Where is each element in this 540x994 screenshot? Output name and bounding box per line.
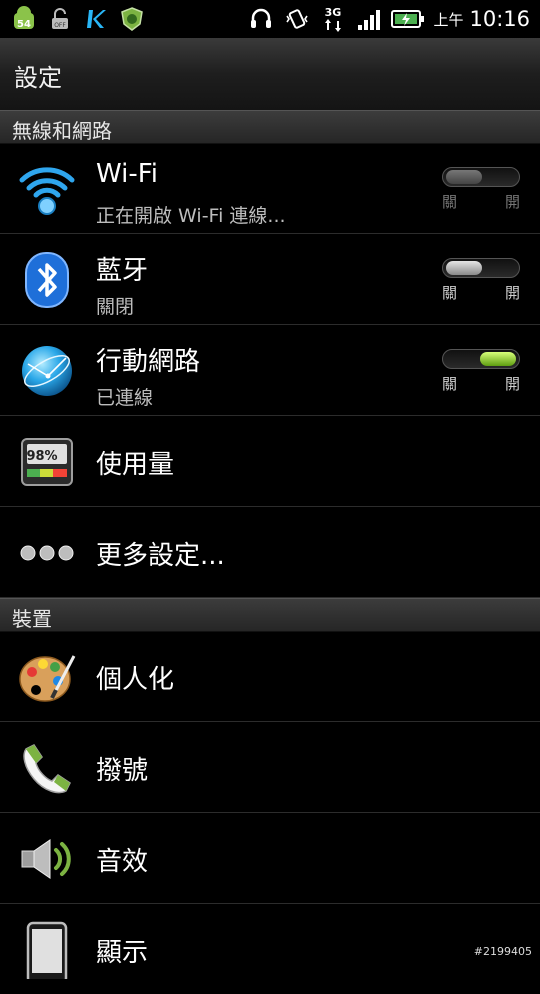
settings-item-personalize[interactable]: 個人化 <box>0 631 540 722</box>
phone-icon <box>18 739 76 797</box>
display-label: 顯示 <box>96 938 149 968</box>
vibrate-icon <box>283 5 311 33</box>
mobile-network-toggle-knob <box>480 352 516 366</box>
svg-text:3G: 3G <box>325 6 342 19</box>
settings-item-sound[interactable]: 音效 <box>0 813 540 904</box>
3g-data-icon: 3G <box>319 5 347 33</box>
bluetooth-toggle-off-label: 關 <box>442 284 458 302</box>
mobile-network-toggle[interactable]: 關 開 <box>442 349 520 393</box>
mobile-network-label: 行動網路 <box>96 347 201 377</box>
wifi-toggle[interactable]: 關 開 <box>442 167 520 211</box>
speaker-icon <box>18 830 76 888</box>
wifi-status: 正在開啟 Wi-Fi 連線... <box>96 205 286 227</box>
globe-icon <box>18 342 76 400</box>
bluetooth-toggle-on-label: 開 <box>504 284 520 302</box>
title-bar: 設定 <box>0 38 540 111</box>
palette-icon <box>18 648 76 706</box>
bluetooth-toggle[interactable]: 關 開 <box>442 258 520 302</box>
clock-ampm: 上午 <box>433 10 464 29</box>
settings-item-wifi[interactable]: Wi-Fi 正在開啟 Wi-Fi 連線... 關 開 <box>0 143 540 234</box>
settings-item-bluetooth[interactable]: 藍牙 關閉 關 開 <box>0 234 540 325</box>
notification-badge: 54 <box>17 19 31 30</box>
settings-item-data-usage[interactable]: 98% 使用量 <box>0 416 540 507</box>
mobile-network-toggle-off-label: 關 <box>442 375 458 393</box>
shield-app-icon <box>118 5 146 33</box>
settings-item-dial[interactable]: 撥號 <box>0 722 540 813</box>
wifi-label: Wi-Fi <box>96 159 159 189</box>
personalize-label: 個人化 <box>96 665 175 695</box>
section-title-wireless: 無線和網路 <box>12 119 112 143</box>
section-title-device: 裝置 <box>12 607 52 631</box>
wifi-toggle-on-label: 開 <box>504 193 520 211</box>
battery-charging-icon <box>391 5 425 33</box>
bluetooth-label: 藍牙 <box>96 256 149 286</box>
clock-time: 10:16 <box>469 7 530 31</box>
data-usage-icon-text: 98% <box>26 449 57 464</box>
page-title: 設定 <box>14 64 62 92</box>
bluetooth-icon <box>18 251 76 309</box>
settings-item-more[interactable]: 更多設定... <box>0 507 540 598</box>
headset-icon <box>247 5 275 33</box>
status-bar: 54 OFF 3G 上午 10:16 <box>0 0 540 38</box>
wifi-toggle-knob <box>446 170 482 184</box>
more-dots-icon <box>18 524 76 582</box>
data-usage-label: 使用量 <box>96 450 175 480</box>
settings-item-display[interactable]: 顯示 <box>0 904 540 994</box>
signal-icon <box>355 5 383 33</box>
wifi-toggle-off-label: 關 <box>442 193 458 211</box>
svg-text:OFF: OFF <box>54 22 66 29</box>
android-notification-icon: 54 <box>10 5 38 33</box>
settings-item-mobile-network[interactable]: 行動網路 已連線 關 開 <box>0 325 540 416</box>
display-icon <box>18 921 76 985</box>
section-header-wireless: 無線和網路 <box>0 110 540 144</box>
unlock-icon: OFF <box>46 5 74 33</box>
data-usage-icon: 98% <box>18 433 76 491</box>
section-header-device: 裝置 <box>0 598 540 632</box>
dial-label: 撥號 <box>96 756 149 786</box>
watermark: #2199405 <box>473 945 532 958</box>
sound-label: 音效 <box>96 847 149 877</box>
mobile-network-toggle-on-label: 開 <box>504 375 520 393</box>
mobile-network-status: 已連線 <box>96 387 154 409</box>
bluetooth-status: 關閉 <box>96 296 135 318</box>
wifi-icon <box>18 160 76 218</box>
k-app-icon <box>82 5 110 33</box>
bluetooth-toggle-knob <box>446 261 482 275</box>
more-settings-label: 更多設定... <box>96 541 225 571</box>
